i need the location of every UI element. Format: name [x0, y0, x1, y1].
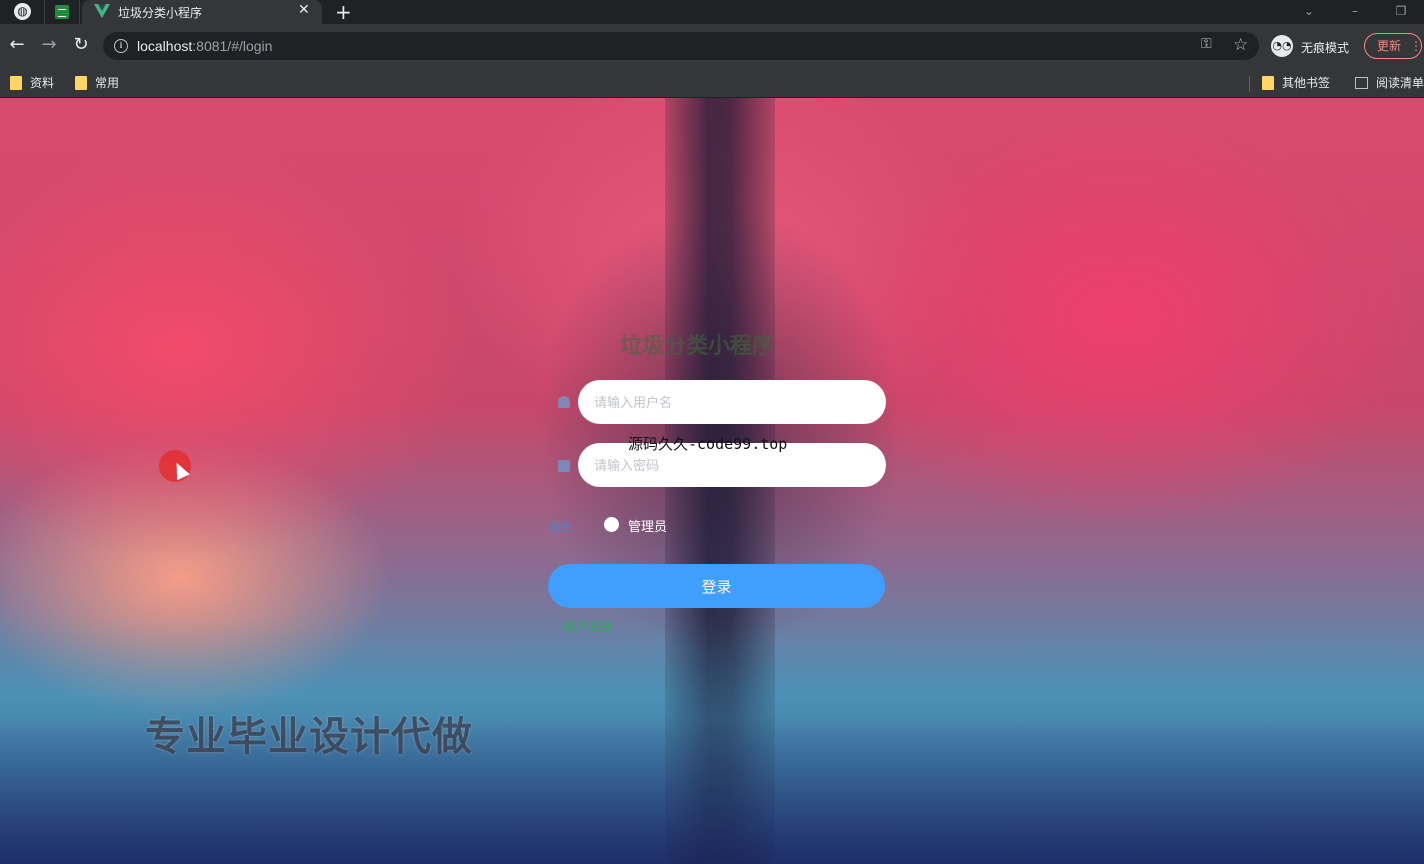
update-label: 更新 — [1377, 39, 1402, 53]
globe-icon[interactable]: ◍ — [14, 3, 31, 20]
bookmark-label: 资料 — [30, 76, 55, 90]
folder-icon — [10, 76, 22, 90]
role-label: 角色 — [548, 520, 573, 534]
tab-active[interactable]: 垃圾分类小程序 ✕ — [82, 0, 322, 24]
folder-icon — [75, 76, 87, 90]
minimize-icon[interactable]: – — [1332, 2, 1378, 20]
vue-icon — [94, 4, 110, 18]
address-bar[interactable]: i localhost:8081/#/login ⚿ ☆ — [103, 32, 1259, 60]
url-text[interactable]: localhost:8081/#/login — [137, 38, 272, 54]
bookmark-label: 常用 — [95, 76, 120, 90]
bookmark-folder-other[interactable]: 其他书签 — [1262, 74, 1330, 92]
bookmark-label: 阅读清单 — [1376, 76, 1424, 90]
window-controls: ⌄ – ❐ — [1286, 0, 1424, 24]
sheets-icon — [55, 5, 69, 19]
reload-icon[interactable]: ↻ — [69, 34, 93, 56]
lock-icon — [558, 460, 570, 472]
role-option-label[interactable]: 管理员 — [628, 516, 667, 535]
reading-list-icon — [1355, 77, 1368, 89]
url-path: :8081/#/login — [192, 38, 273, 54]
user-icon — [558, 396, 570, 408]
close-icon[interactable]: ✕ — [298, 2, 310, 18]
tab-strip: ◍ 垃圾分类小程序 ✕ + ⌄ – ❐ — [0, 0, 1424, 24]
login-button[interactable]: 登录 — [548, 564, 885, 608]
back-icon[interactable]: ← — [5, 34, 29, 56]
tab-title: 垃圾分类小程序 — [118, 6, 203, 20]
bookmark-divider — [1249, 76, 1250, 92]
register-link[interactable]: 用户注册 — [563, 618, 611, 635]
browser-toolbar: ← → ↻ i localhost:8081/#/login ⚿ ☆ ◔◔ 无痕… — [0, 24, 1424, 68]
login-title: 垃圾分类小程序 — [620, 334, 775, 359]
watermark-text: 源码久久-code99.top — [628, 435, 788, 453]
promo-overlay-text: 专业毕业设计代做 — [145, 714, 473, 760]
username-input[interactable] — [578, 380, 886, 424]
incognito-label: 无痕模式 — [1301, 41, 1350, 55]
bookmark-label: 其他书签 — [1282, 76, 1331, 90]
bookmarks-bar: 资料 常用 其他书签 阅读清单 — [0, 68, 1424, 98]
key-icon[interactable]: ⚿ — [1201, 36, 1212, 52]
chevron-down-icon[interactable]: ⌄ — [1286, 2, 1332, 20]
url-host: localhost — [137, 38, 193, 54]
login-page: 垃圾分类小程序 源码久久-code99.top 角色 管理员 登录 用户注册 专… — [0, 98, 1424, 864]
bookmark-folder[interactable]: 常用 — [75, 74, 119, 92]
new-tab-button[interactable]: + — [335, 0, 352, 24]
info-icon[interactable]: i — [114, 39, 128, 53]
maximize-icon[interactable]: ❐ — [1378, 2, 1424, 20]
reading-list[interactable]: 阅读清单 — [1355, 74, 1424, 92]
more-icon[interactable]: ⋮ — [1410, 34, 1422, 58]
folder-icon — [1262, 76, 1274, 90]
incognito-icon: ◔◔ — [1271, 35, 1293, 57]
tab-sheets[interactable] — [44, 0, 80, 24]
forward-icon[interactable]: → — [37, 34, 61, 56]
role-radio-admin[interactable] — [604, 517, 619, 532]
bookmark-folder[interactable]: 资料 — [10, 74, 54, 92]
star-icon[interactable]: ☆ — [1233, 35, 1248, 55]
update-button[interactable]: 更新 ⋮ — [1364, 33, 1422, 59]
